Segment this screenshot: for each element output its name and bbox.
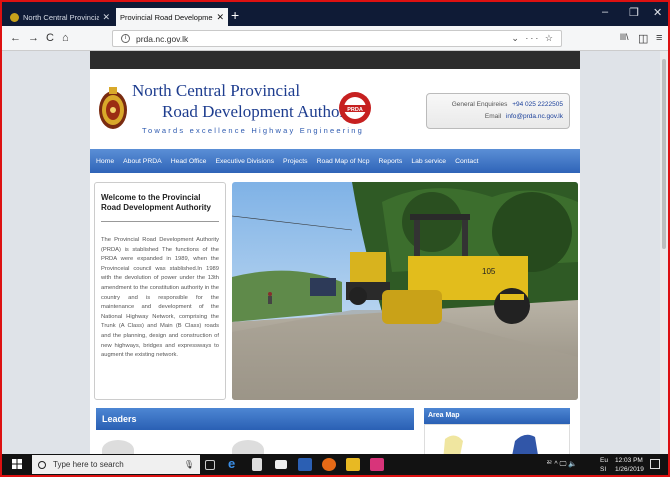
tab-label: Provincial Road Development Auth (120, 12, 213, 22)
taskbar-search-box[interactable]: Type here to search 🎙 (32, 455, 200, 474)
language-bottom: SI (600, 466, 607, 473)
nav-item-road-map-of-ncp[interactable]: Road Map of Ncp (317, 158, 370, 165)
nav-item-executive-divisions[interactable]: Executive Divisions (215, 158, 274, 165)
site-title-line1: North Central Provincial (132, 81, 301, 100)
cortana-icon (38, 460, 46, 469)
scrollbar-thumb[interactable] (662, 59, 666, 249)
leader-photo-1 (102, 440, 134, 454)
sri-lanka-emblem-icon (99, 87, 127, 129)
page-viewport: North Central Provincial Road Developmen… (2, 51, 668, 454)
mail-icon[interactable] (275, 460, 287, 469)
firefox-icon[interactable] (322, 458, 336, 471)
site-favicon-icon (10, 12, 19, 22)
address-bar[interactable]: i prda.nc.gov.lk ⌄ ··· ☆ (112, 30, 562, 47)
browser-toolbar: ← → C ⌂ i prda.nc.gov.lk ⌄ ··· ☆ lll\ ◫ … (2, 26, 668, 51)
word-icon[interactable] (298, 458, 312, 471)
site-title-line2: Road Development Authority (162, 102, 364, 121)
nav-item-contact[interactable]: Contact (455, 158, 478, 165)
search-placeholder: Type here to search (53, 460, 124, 469)
welcome-text: The Provincial Road Development Authorit… (101, 237, 219, 359)
edge-icon[interactable]: e (228, 456, 240, 471)
system-tray-icons[interactable]: ᄙ ^ 🖵 🔈 (546, 459, 577, 469)
welcome-panel: Welcome to the Provincial Road Developme… (94, 182, 226, 400)
tab-close-icon[interactable]: ✕ (216, 12, 224, 23)
site-header: North Central Provincial Road Developmen… (90, 69, 580, 149)
taskbar-clock[interactable]: 12:03 PM 1/26/2019 (615, 456, 644, 474)
site-tagline: Towards excellence Highway Engineering (142, 126, 365, 135)
prda-website: North Central Provincial Road Developmen… (90, 51, 580, 454)
windows-taskbar: Type here to search 🎙 e ᄙ ^ 🖵 🔈 Eu SI 12… (2, 454, 668, 475)
browser-tab-bar: North Central Provincial Counc ✕ Provinc… (2, 2, 668, 26)
nav-item-lab-service[interactable]: Lab service (411, 158, 446, 165)
welcome-divider (101, 221, 219, 222)
enquiries-label: General Enquireies (451, 101, 508, 108)
language-indicator[interactable]: Eu SI (600, 456, 608, 474)
tab-label: North Central Provincial Counc (23, 12, 100, 22)
language-top: Eu (600, 457, 608, 464)
library-icon[interactable]: lll\ (620, 32, 629, 42)
area-map-panel (424, 424, 570, 454)
leaders-section (96, 430, 414, 454)
tab-prda[interactable]: Provincial Road Development Auth ✕ (116, 8, 228, 26)
sidebar-icon[interactable]: ◫ (638, 32, 648, 45)
microphone-icon[interactable]: 🎙 (184, 460, 194, 469)
nav-item-reports[interactable]: Reports (379, 158, 403, 165)
reload-icon[interactable]: C (46, 32, 54, 44)
tab-close-icon[interactable]: ✕ (102, 12, 110, 23)
tab-north-central-council[interactable]: North Central Provincial Counc ✕ (6, 8, 114, 26)
menu-icon[interactable]: ≡ (656, 32, 662, 44)
clock-date: 1/26/2019 (615, 466, 644, 473)
restore-button[interactable]: ❐ (629, 6, 639, 19)
leaders-heading: Leaders (96, 408, 414, 430)
area-map-heading: Area Map (424, 408, 570, 424)
home-icon[interactable]: ⌂ (62, 32, 69, 44)
email-label: Email (484, 113, 502, 120)
url-text: prda.nc.gov.lk (136, 33, 189, 44)
notifications-icon[interactable] (650, 459, 660, 469)
province-map-icon (443, 434, 538, 454)
store-icon[interactable] (252, 458, 262, 471)
contact-box: General Enquireies +94 025 2222505 Email… (426, 93, 570, 129)
enquiries-phone[interactable]: +94 025 2222505 (512, 101, 563, 108)
nav-item-head-office[interactable]: Head Office (171, 158, 207, 165)
page-scrollbar[interactable] (660, 51, 668, 454)
new-tab-button[interactable]: + (231, 7, 239, 23)
file-explorer-icon[interactable] (346, 458, 360, 471)
site-info-icon[interactable]: i (121, 34, 130, 43)
minimize-button[interactable]: – (602, 6, 608, 18)
welcome-title: Welcome to the Provincial Road Developme… (101, 193, 211, 212)
nav-item-about-prda[interactable]: About PRDA (123, 158, 162, 165)
task-view-icon[interactable] (205, 460, 215, 470)
acrobat-icon[interactable] (370, 458, 384, 471)
forward-icon[interactable]: → (28, 32, 39, 44)
prda-badge-icon: PRDA (339, 92, 371, 124)
windows-start-icon[interactable] (12, 459, 22, 469)
back-icon[interactable]: ← (10, 32, 21, 44)
leader-photo-2 (232, 440, 264, 454)
clock-time: 12:03 PM (615, 457, 643, 464)
roller-number: 105 (482, 267, 496, 276)
email-link[interactable]: info@prda.nc.gov.lk (506, 113, 563, 120)
nav-item-projects[interactable]: Projects (283, 158, 308, 165)
close-window-button[interactable]: ✕ (653, 6, 662, 19)
road-construction-photo: 105 (232, 182, 578, 400)
badge-label: PRDA (347, 107, 363, 113)
screenshot-frame: North Central Provincial Counc ✕ Provinc… (0, 0, 670, 477)
top-strip (90, 51, 580, 69)
nav-item-home[interactable]: Home (96, 158, 114, 165)
main-navigation: Home About PRDA Head Office Executive Divis… (90, 149, 580, 173)
page-actions-icons[interactable]: ⌄ ··· ☆ (511, 33, 555, 44)
